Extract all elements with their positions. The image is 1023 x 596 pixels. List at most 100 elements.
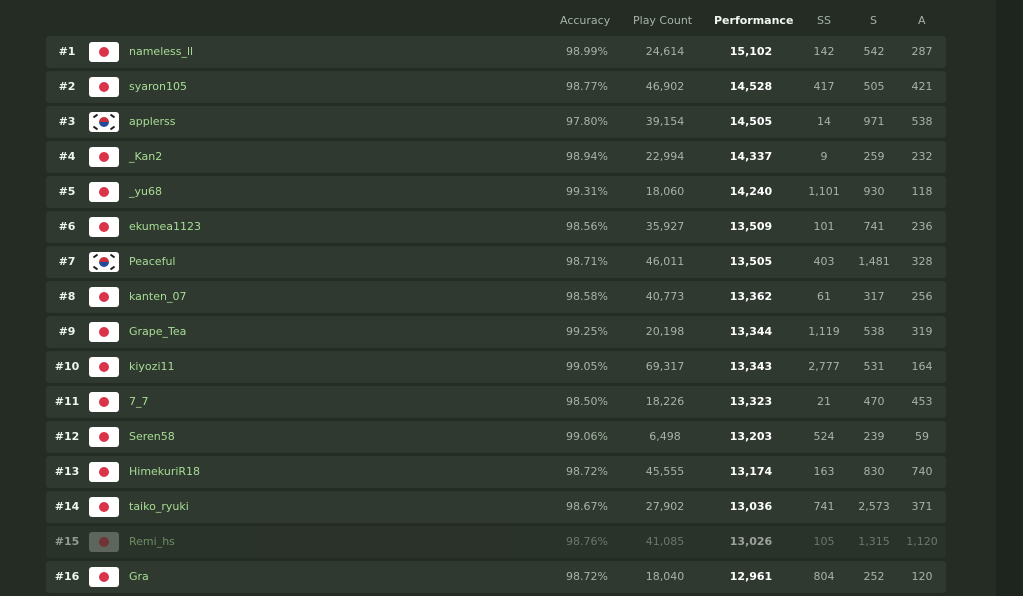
accuracy-value: 98.94% <box>566 150 608 163</box>
s-count: 239 <box>863 430 885 443</box>
play-count-value: 40,773 <box>645 290 685 303</box>
username-link[interactable]: kiyozi11 <box>129 351 175 383</box>
ss-count: 804 <box>813 570 835 583</box>
table-row[interactable]: #8 kanten_07 98.58% 40,773 13,362 61 317 256 <box>46 281 946 313</box>
jp-flag-icon[interactable] <box>89 147 119 167</box>
s-count: 830 <box>863 465 885 478</box>
jp-flag-icon[interactable] <box>89 322 119 342</box>
s-count: 1,315 <box>858 535 890 548</box>
play-count-value: 46,902 <box>645 80 685 93</box>
table-row[interactable]: #3 applerss 97.80% 39,154 14,505 14 971 538 <box>46 106 946 138</box>
username-link[interactable]: HimekuriR18 <box>129 456 200 488</box>
table-row[interactable]: #13 HimekuriR18 98.72% 45,555 13,174 163 830 74… <box>46 456 946 488</box>
username-link[interactable]: Grape_Tea <box>129 316 186 348</box>
jp-flag-icon[interactable] <box>89 287 119 307</box>
kr-flag-icon[interactable] <box>89 112 119 132</box>
jp-flag-icon[interactable] <box>89 217 119 237</box>
jp-flag-icon[interactable] <box>89 182 119 202</box>
accuracy-value: 98.77% <box>566 80 608 93</box>
jp-flag-icon[interactable] <box>89 392 119 412</box>
header-ss[interactable]: SS <box>817 14 831 27</box>
accuracy-value: 99.25% <box>566 325 608 338</box>
table-row[interactable]: #6 ekumea1123 98.56% 35,927 13,509 101 741 236 <box>46 211 946 243</box>
jp-flag-icon[interactable] <box>89 357 119 377</box>
username-link[interactable]: applerss <box>129 106 176 138</box>
performance-value: 13,343 <box>729 360 773 373</box>
jp-flag-icon[interactable] <box>89 497 119 517</box>
play-count-value: 20,198 <box>645 325 685 338</box>
table-row[interactable]: #9 Grape_Tea 99.25% 20,198 13,344 1,119 538 319 <box>46 316 946 348</box>
jp-flag-icon[interactable] <box>89 42 119 62</box>
header-play-count[interactable]: Play Count <box>633 14 692 27</box>
username-link[interactable]: _Kan2 <box>129 141 162 173</box>
jp-flag-icon[interactable] <box>89 462 119 482</box>
rank-label: #8 <box>58 290 76 303</box>
table-row[interactable]: #1 nameless_ll 98.99% 24,614 15,102 142 542 287 <box>46 36 946 68</box>
table-row[interactable]: #4 _Kan2 98.94% 22,994 14,337 9 259 232 <box>46 141 946 173</box>
table-row[interactable]: #16 Gra 98.72% 18,040 12,961 804 252 120 <box>46 561 946 593</box>
jp-flag-icon[interactable] <box>89 77 119 97</box>
scrollbar-track[interactable] <box>996 0 1023 596</box>
table-row[interactable]: #5 _yu68 99.31% 18,060 14,240 1,101 930 118 <box>46 176 946 208</box>
ss-count: 524 <box>813 430 835 443</box>
accuracy-value: 98.67% <box>566 500 608 513</box>
accuracy-value: 98.72% <box>566 465 608 478</box>
ss-count: 1,101 <box>808 185 840 198</box>
s-count: 470 <box>863 395 885 408</box>
username-link[interactable]: Peaceful <box>129 246 175 278</box>
username-link[interactable]: Remi_hs <box>129 526 175 558</box>
kr-flag-icon[interactable] <box>89 252 119 272</box>
username-link[interactable]: kanten_07 <box>129 281 186 313</box>
performance-value: 13,203 <box>729 430 773 443</box>
header-performance[interactable]: Performance <box>714 14 793 27</box>
a-count: 1,120 <box>906 535 938 548</box>
ss-count: 417 <box>813 80 835 93</box>
s-count: 317 <box>863 290 885 303</box>
a-count: 59 <box>915 430 929 443</box>
header-a[interactable]: A <box>918 14 926 27</box>
rank-label: #7 <box>58 255 76 268</box>
table-row[interactable]: #11 7_7 98.50% 18,226 13,323 21 470 453 <box>46 386 946 418</box>
performance-value: 14,528 <box>729 80 773 93</box>
table-row[interactable]: #12 Seren58 99.06% 6,498 13,203 524 239 59 <box>46 421 946 453</box>
performance-value: 13,344 <box>729 325 773 338</box>
rank-label: #12 <box>54 430 80 443</box>
s-count: 2,573 <box>858 500 890 513</box>
jp-flag-icon[interactable] <box>89 427 119 447</box>
username-link[interactable]: 7_7 <box>129 386 149 418</box>
table-row[interactable]: #14 taiko_ryuki 98.67% 27,902 13,036 741 2,573… <box>46 491 946 523</box>
jp-flag-icon[interactable] <box>89 532 119 552</box>
username-link[interactable]: taiko_ryuki <box>129 491 189 523</box>
jp-flag-icon[interactable] <box>89 567 119 587</box>
a-count: 164 <box>911 360 933 373</box>
username-link[interactable]: syaron105 <box>129 71 187 103</box>
play-count-value: 18,226 <box>645 395 685 408</box>
rank-label: #6 <box>58 220 76 233</box>
performance-value: 13,026 <box>729 535 773 548</box>
performance-value: 15,102 <box>729 45 773 58</box>
a-count: 236 <box>911 220 933 233</box>
rankings-panel: Accuracy Play Count Performance SS S A #… <box>0 0 996 596</box>
table-row[interactable]: #10 kiyozi11 99.05% 69,317 13,343 2,777 531 164 <box>46 351 946 383</box>
s-count: 930 <box>863 185 885 198</box>
username-link[interactable]: ekumea1123 <box>129 211 201 243</box>
play-count-value: 39,154 <box>645 115 685 128</box>
rank-label: #5 <box>58 185 76 198</box>
ss-count: 1,119 <box>808 325 840 338</box>
header-accuracy[interactable]: Accuracy <box>560 14 610 27</box>
username-link[interactable]: Seren58 <box>129 421 175 453</box>
table-row[interactable]: #2 syaron105 98.77% 46,902 14,528 417 505 421 <box>46 71 946 103</box>
username-link[interactable]: _yu68 <box>129 176 162 208</box>
header-s[interactable]: S <box>870 14 877 27</box>
username-link[interactable]: nameless_ll <box>129 36 193 68</box>
username-link[interactable]: Gra <box>129 561 149 593</box>
ss-count: 105 <box>813 535 835 548</box>
table-row[interactable]: #7 Peaceful 98.71% 46,011 13,505 403 1,481 328 <box>46 246 946 278</box>
performance-value: 13,174 <box>729 465 773 478</box>
s-count: 538 <box>863 325 885 338</box>
accuracy-value: 98.56% <box>566 220 608 233</box>
rankings-list: #1 nameless_ll 98.99% 24,614 15,102 142 542 287… <box>46 36 946 596</box>
ss-count: 21 <box>817 395 831 408</box>
rank-label: #2 <box>58 80 76 93</box>
table-row[interactable]: #15 Remi_hs 98.76% 41,085 13,026 105 1,315 1,12… <box>46 526 946 558</box>
